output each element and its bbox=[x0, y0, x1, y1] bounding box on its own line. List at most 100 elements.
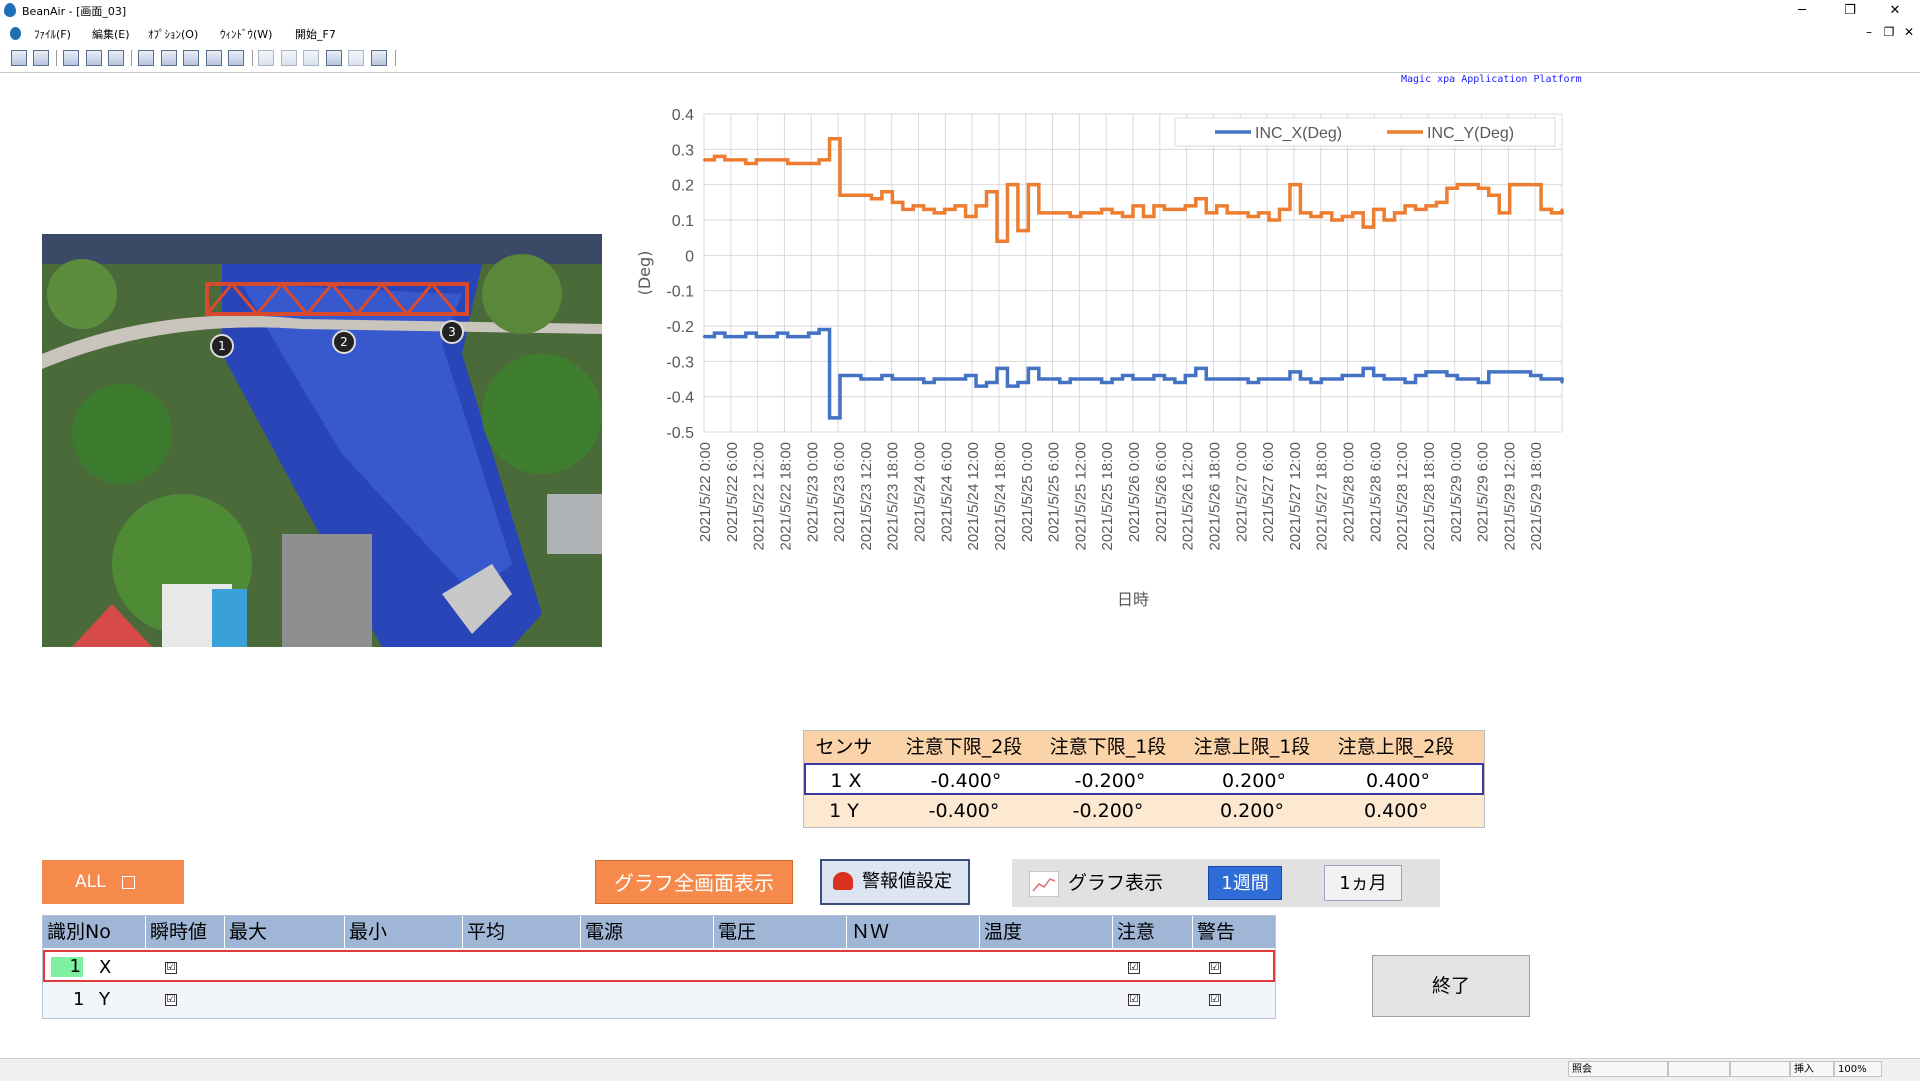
line-chart-icon bbox=[1029, 871, 1059, 897]
data-point bbox=[1351, 374, 1354, 377]
threshold-value[interactable]: -0.200° bbox=[1040, 765, 1180, 797]
edit-icon[interactable] bbox=[63, 50, 79, 66]
data-point bbox=[1100, 381, 1103, 384]
data-point bbox=[828, 137, 831, 140]
data-point bbox=[912, 377, 915, 381]
menu-file[interactable]: ﾌｧｲﾙ(F) bbox=[34, 26, 71, 42]
threshold-value[interactable]: -0.200° bbox=[1038, 795, 1178, 827]
sort-icon[interactable] bbox=[228, 50, 244, 66]
data-point bbox=[1299, 377, 1302, 381]
list-icon[interactable] bbox=[108, 50, 124, 66]
menu-start[interactable]: 開始_F7 bbox=[295, 26, 336, 42]
instant-checkbox[interactable]: ☑ bbox=[165, 994, 177, 1006]
y-tick-label: -0.1 bbox=[666, 284, 694, 301]
data-point bbox=[859, 194, 863, 197]
mdi-restore-button[interactable]: ❐ bbox=[1878, 25, 1900, 39]
sensor-grid: 識別No 瞬時値 最大 最小 平均 電源 電圧 ＮＷ 温度 注意 警告 1 X … bbox=[42, 915, 1276, 1019]
mdi-close-button[interactable]: ✕ bbox=[1898, 25, 1920, 39]
maximize-button[interactable]: ❐ bbox=[1828, 0, 1872, 22]
close-button[interactable]: ✕ bbox=[1873, 0, 1917, 22]
x-tick-label: 2021/5/26 0:00 bbox=[1126, 442, 1143, 542]
menu-edit[interactable]: 編集(E) bbox=[92, 26, 130, 42]
layout-icon[interactable] bbox=[281, 50, 297, 66]
warning-checkbox[interactable]: ☑ bbox=[1209, 962, 1221, 974]
data-point bbox=[880, 374, 884, 377]
caution-checkbox[interactable]: ☑ bbox=[1128, 962, 1140, 974]
x-tick-label: 2021/5/26 18:00 bbox=[1206, 442, 1223, 550]
data-point bbox=[1152, 204, 1156, 208]
data-point bbox=[1152, 374, 1156, 377]
row-id[interactable]: 1 bbox=[51, 957, 83, 977]
threshold-value[interactable]: 0.200° bbox=[1182, 795, 1322, 827]
data-point bbox=[1069, 215, 1072, 218]
form-icon[interactable] bbox=[86, 50, 102, 66]
data-point bbox=[1048, 377, 1051, 381]
all-checkbox[interactable] bbox=[122, 876, 135, 889]
y-tick-label: 0.4 bbox=[672, 107, 694, 124]
month-range-button[interactable]: 1ヵ月 bbox=[1324, 865, 1402, 901]
instant-checkbox[interactable]: ☑ bbox=[165, 962, 177, 974]
threshold-row[interactable]: 1 Y -0.400° -0.200° 0.200° 0.400° bbox=[804, 795, 1484, 827]
row-axis: X bbox=[99, 957, 112, 978]
threshold-row[interactable]: 1 X -0.400° -0.200° 0.200° 0.400° bbox=[804, 763, 1484, 795]
table-row[interactable]: 1 X ☑ ☑ ☑ bbox=[43, 950, 1275, 982]
warning-checkbox[interactable]: ☑ bbox=[1209, 994, 1221, 1006]
data-point bbox=[953, 377, 957, 381]
data-point bbox=[1403, 204, 1407, 208]
menu-options[interactable]: ｵﾌﾟｼｮﾝ(O) bbox=[148, 26, 198, 42]
threshold-value[interactable]: -0.400° bbox=[896, 765, 1036, 797]
threshold-value[interactable]: -0.400° bbox=[894, 795, 1034, 827]
data-point bbox=[807, 331, 810, 335]
y-tick-label: -0.3 bbox=[666, 354, 694, 371]
fullscreen-graph-button[interactable]: グラフ全画面表示 bbox=[595, 860, 793, 904]
data-point bbox=[1037, 377, 1041, 381]
data-point bbox=[1110, 211, 1114, 215]
threshold-header: 注意下限_2段 bbox=[905, 736, 1023, 758]
data-point bbox=[1267, 377, 1271, 381]
data-point bbox=[1477, 187, 1480, 190]
data-point bbox=[1079, 211, 1082, 215]
x-tick-label: 2021/5/25 0:00 bbox=[1019, 442, 1036, 542]
window-title: BeanAir - [画面_03] bbox=[22, 5, 127, 18]
mdi-minimize-button[interactable]: – bbox=[1858, 25, 1880, 39]
data-point bbox=[943, 208, 946, 211]
data-point bbox=[1016, 229, 1020, 232]
data-point bbox=[838, 374, 842, 377]
open-icon[interactable] bbox=[11, 50, 27, 66]
threshold-value[interactable]: 0.400° bbox=[1326, 795, 1466, 827]
layout-icon[interactable] bbox=[258, 50, 274, 66]
x-tick-label: 2021/5/29 6:00 bbox=[1475, 442, 1492, 542]
exit-button[interactable]: 終了 bbox=[1372, 955, 1530, 1017]
prev-record-icon[interactable] bbox=[161, 50, 177, 66]
grid-header-cell: 電源 bbox=[581, 916, 714, 948]
window-icon[interactable] bbox=[326, 50, 342, 66]
window-icon[interactable] bbox=[348, 50, 364, 66]
data-point bbox=[1299, 211, 1302, 215]
layout-icon[interactable] bbox=[303, 50, 319, 66]
platform-label: Magic xpa Application Platform bbox=[1401, 74, 1582, 85]
query-icon[interactable] bbox=[206, 50, 222, 66]
caution-checkbox[interactable]: ☑ bbox=[1128, 994, 1140, 1006]
threshold-value[interactable]: 0.400° bbox=[1328, 765, 1468, 797]
x-tick-label: 2021/5/22 0:00 bbox=[697, 442, 714, 542]
data-point bbox=[901, 208, 905, 211]
table-row[interactable]: 1 Y ☑ ☑ ☑ bbox=[43, 984, 1275, 1016]
threshold-value[interactable]: 0.200° bbox=[1184, 765, 1324, 797]
all-toggle-button[interactable]: ALL bbox=[42, 860, 184, 904]
site-photo: 1 2 3 bbox=[42, 234, 602, 647]
first-record-icon[interactable] bbox=[138, 50, 154, 66]
data-point bbox=[1121, 215, 1124, 218]
folder-icon[interactable] bbox=[33, 50, 49, 66]
next-record-icon[interactable] bbox=[183, 50, 199, 66]
menu-window[interactable]: ｳｨﾝﾄﾞｳ(W) bbox=[220, 26, 272, 42]
x-tick-label: 2021/5/25 6:00 bbox=[1046, 442, 1063, 542]
week-range-button[interactable]: 1週間 bbox=[1208, 866, 1282, 900]
data-point bbox=[1278, 377, 1281, 381]
alarm-setting-button[interactable]: 警報値設定 bbox=[820, 859, 970, 905]
window-icon[interactable] bbox=[371, 50, 387, 66]
minimize-button[interactable]: ─ bbox=[1780, 0, 1824, 22]
data-point bbox=[1205, 377, 1208, 381]
row-id[interactable]: 1 bbox=[73, 984, 84, 1016]
data-point bbox=[1508, 183, 1511, 186]
data-point bbox=[1466, 377, 1470, 381]
